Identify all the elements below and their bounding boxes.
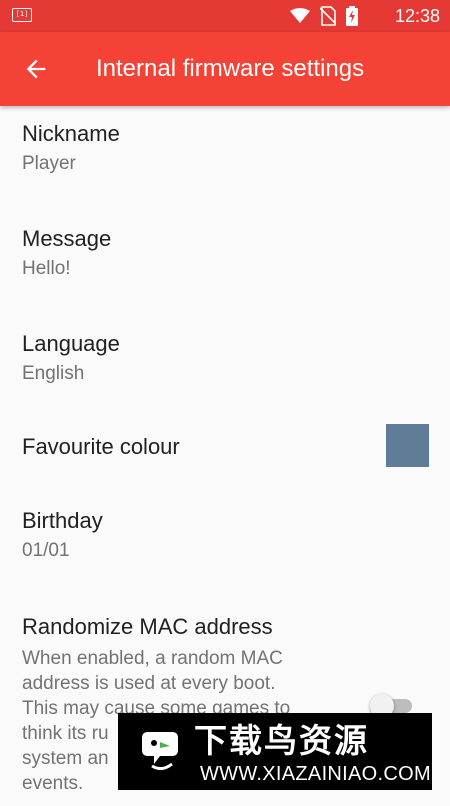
setting-language[interactable]: Language English — [0, 316, 450, 421]
description-line: address is used at every boot. — [22, 673, 276, 694]
setting-label: Message — [22, 226, 112, 251]
setting-label: Nickname — [22, 121, 120, 146]
setting-value: English — [22, 363, 85, 384]
colour-swatch[interactable] — [386, 424, 429, 467]
watermark-banner: 下载鸟资源 WWW.XIAZAINIAO.COM — [118, 713, 432, 790]
wifi-icon — [290, 8, 310, 23]
setting-message[interactable]: Message Hello! — [0, 211, 450, 316]
setting-value: Hello! — [22, 258, 71, 279]
setting-nickname[interactable]: Nickname Player — [0, 106, 450, 211]
setting-value: 01/01 — [22, 540, 70, 561]
status-icons — [290, 6, 358, 26]
bird-logo-icon — [142, 732, 178, 771]
status-time: 12:38 — [394, 6, 440, 26]
setting-favourite-colour[interactable]: Favourite colour — [0, 421, 450, 501]
no-sim-icon — [320, 6, 336, 26]
watermark-url: WWW.XIAZAINIAO.COM — [200, 763, 431, 785]
setting-label: Birthday — [22, 508, 103, 533]
notification-icon: [1] — [12, 8, 32, 22]
setting-label: Language — [22, 331, 120, 356]
arrow-back-icon[interactable] — [22, 55, 50, 83]
setting-birthday[interactable]: Birthday 01/01 — [0, 501, 450, 606]
page-title: Internal firmware settings — [96, 55, 365, 82]
setting-label: Favourite colour — [22, 434, 180, 459]
status-bar: [1] 12:38 — [0, 0, 450, 32]
setting-value: Player — [22, 153, 76, 174]
setting-label: Randomize MAC address — [22, 614, 273, 639]
battery-charging-icon — [346, 6, 358, 26]
watermark-title: 下载鸟资源 — [194, 721, 369, 760]
app-bar: Internal firmware settings — [0, 32, 450, 106]
description-line: When enabled, a random MAC — [22, 648, 283, 669]
